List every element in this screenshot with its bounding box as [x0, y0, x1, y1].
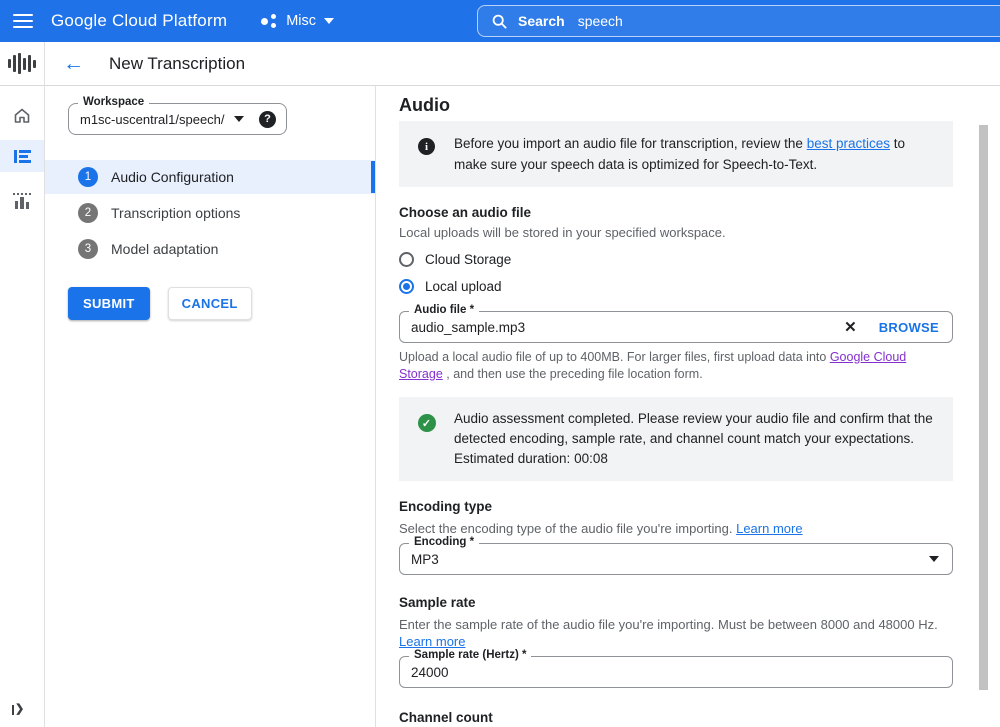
- choose-audio-file-title: Choose an audio file: [399, 205, 532, 220]
- hamburger-menu-icon[interactable]: [13, 14, 33, 28]
- search-label: Search: [518, 13, 565, 29]
- main-content: Audio i Before you import an audio file …: [375, 86, 1000, 727]
- rail-item-overview[interactable]: [0, 100, 44, 130]
- step-label: Audio Configuration: [111, 169, 234, 185]
- chevron-down-icon: [324, 18, 334, 24]
- step-number-badge: 1: [78, 167, 98, 187]
- encoding-type-title: Encoding type: [399, 499, 493, 514]
- encoding-field-label: Encoding *: [409, 536, 480, 548]
- bar-chart-icon: [13, 193, 31, 209]
- step-label: Model adaptation: [111, 241, 219, 257]
- stepper-panel: Workspace m1sc-uscentral1/speech/ ? 1 Au…: [45, 86, 375, 727]
- info-banner-text-before: Before you import an audio file for tran…: [454, 136, 807, 151]
- waveform-icon: [8, 53, 36, 74]
- workspace-select[interactable]: Workspace m1sc-uscentral1/speech/ ?: [68, 96, 287, 135]
- panel-expand-icon[interactable]: ❯: [12, 704, 24, 715]
- step-transcription-options[interactable]: 2 Transcription options: [45, 196, 375, 230]
- project-selector[interactable]: Misc: [261, 13, 334, 29]
- submit-button[interactable]: SUBMIT: [68, 287, 150, 320]
- sample-rate-title: Sample rate: [399, 595, 476, 610]
- project-switcher-icon: [261, 13, 277, 29]
- choose-audio-file-subtitle: Local uploads will be stored in your spe…: [399, 225, 726, 240]
- cancel-button[interactable]: CANCEL: [167, 287, 252, 320]
- vertical-scrollbar[interactable]: [979, 125, 988, 690]
- product-name: Google Cloud Platform: [51, 11, 228, 30]
- radio-local-upload[interactable]: Local upload: [399, 277, 954, 295]
- channel-count-title: Channel count: [399, 710, 493, 725]
- audio-file-value: audio_sample.mp3: [411, 319, 526, 335]
- form-actions: SUBMIT CANCEL: [68, 287, 375, 320]
- left-icon-rail: ❯: [0, 42, 45, 727]
- audio-file-label: Audio file *: [409, 304, 480, 316]
- assessment-text: Audio assessment completed. Please revie…: [454, 411, 933, 466]
- radio-selected-icon: [399, 278, 414, 294]
- best-practices-link[interactable]: best practices: [807, 136, 890, 151]
- speech-to-text-logo: [0, 42, 44, 86]
- search-icon: [492, 14, 507, 29]
- encoding-value: MP3: [411, 551, 439, 567]
- sample-rate-field-label: Sample rate (Hertz) *: [409, 649, 532, 661]
- workspace-value: m1sc-uscentral1/speech/: [80, 111, 225, 127]
- step-label: Transcription options: [111, 205, 241, 221]
- step-list: 1 Audio Configuration 2 Transcription op…: [45, 160, 375, 266]
- search-input[interactable]: Search speech: [477, 5, 1000, 37]
- sample-rate-input[interactable]: Sample rate (Hertz) * 24000: [399, 649, 953, 688]
- rail-item-metrics[interactable]: [0, 186, 44, 216]
- section-title-audio: Audio: [399, 95, 450, 115]
- back-arrow-icon[interactable]: ←: [63, 53, 84, 74]
- sample-rate-desc: Enter the sample rate of the audio file …: [399, 617, 938, 649]
- step-number-badge: 2: [78, 203, 98, 223]
- page-title: New Transcription: [109, 53, 246, 73]
- step-number-badge: 3: [78, 239, 98, 259]
- browse-button[interactable]: BROWSE: [879, 320, 939, 335]
- audio-file-helper: Upload a local audio file of up to 400MB…: [399, 350, 907, 381]
- encoding-select[interactable]: Encoding * MP3: [399, 536, 953, 575]
- assessment-banner: ✓ Audio assessment completed. Please rev…: [399, 397, 953, 481]
- encoding-desc: Select the encoding type of the audio fi…: [399, 521, 803, 536]
- step-audio-configuration[interactable]: 1 Audio Configuration: [45, 160, 375, 194]
- workspace-label: Workspace: [78, 96, 150, 108]
- help-icon[interactable]: ?: [259, 110, 276, 128]
- best-practices-banner: i Before you import an audio file for tr…: [399, 121, 953, 187]
- radio-cloud-storage[interactable]: Cloud Storage: [399, 250, 954, 268]
- success-check-icon: ✓: [417, 414, 436, 432]
- page-header: ← New Transcription: [45, 42, 1000, 86]
- clear-icon[interactable]: ✕: [844, 320, 857, 335]
- radio-unselected-icon: [399, 251, 414, 267]
- sample-rate-learn-more-link[interactable]: Learn more: [399, 634, 465, 649]
- project-selector-label: Misc: [286, 13, 316, 29]
- sample-rate-value: 24000: [411, 664, 449, 680]
- dropdown-caret-icon: [233, 116, 244, 122]
- info-icon: i: [418, 138, 435, 155]
- home-icon: [14, 108, 30, 123]
- dropdown-caret-icon: [929, 556, 939, 562]
- audio-file-input[interactable]: Audio file * audio_sample.mp3 ✕ BROWSE: [399, 304, 953, 343]
- transcription-list-icon: [13, 149, 31, 163]
- search-query-text: speech: [577, 13, 623, 29]
- encoding-learn-more-link[interactable]: Learn more: [736, 521, 802, 536]
- rail-item-transcriptions[interactable]: [0, 140, 44, 172]
- step-model-adaptation[interactable]: 3 Model adaptation: [45, 232, 375, 266]
- app-bar: Google Cloud Platform Misc Search speech: [0, 0, 1000, 42]
